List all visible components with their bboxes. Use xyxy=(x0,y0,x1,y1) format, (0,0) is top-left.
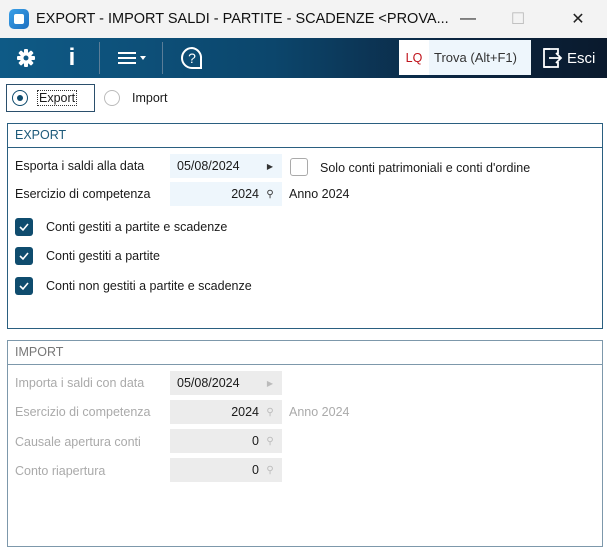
export-panel: EXPORT Esporta i saldi alla data 05/08/2… xyxy=(7,123,603,329)
help-icon[interactable]: ? xyxy=(178,38,206,78)
svg-text:?: ? xyxy=(188,50,196,66)
radio-export-indicator[interactable] xyxy=(12,90,28,106)
toolbar-divider xyxy=(162,42,163,74)
check-partite-label: Conti gestiti a partite xyxy=(46,249,160,263)
check-partite-scadenze-label: Conti gestiti a partite e scadenze xyxy=(46,220,228,234)
mode-radio-group: Export Import xyxy=(6,84,167,112)
radio-export-label: Export xyxy=(37,90,78,106)
menu-dropdown-icon[interactable] xyxy=(112,38,152,78)
import-date-value: 05/08/2024 xyxy=(177,376,240,390)
check-icon xyxy=(19,252,29,261)
import-date-field[interactable]: 05/08/2024 ▶ xyxy=(170,371,282,395)
import-date-label: Importa i saldi con data xyxy=(15,376,145,390)
caret-right-icon[interactable]: ▶ xyxy=(265,162,275,171)
check-icon xyxy=(19,282,29,291)
window-title: EXPORT - IMPORT SALDI - PARTITE - SCADEN… xyxy=(36,11,449,27)
import-year-field[interactable]: 2024 ⚲ xyxy=(170,400,282,424)
search-icon[interactable]: ⚲ xyxy=(265,407,275,418)
title-bar: EXPORT - IMPORT SALDI - PARTITE - SCADEN… xyxy=(0,0,607,38)
minimize-button[interactable]: — xyxy=(445,0,491,38)
check-non-gestiti-label: Conti non gestiti a partite e scadenze xyxy=(46,279,252,293)
export-year-label: Esercizio di competenza xyxy=(15,187,151,201)
check-non-gestiti[interactable] xyxy=(15,277,33,295)
import-year-value: 2024 xyxy=(231,405,259,419)
export-year-value: 2024 xyxy=(231,187,259,201)
export-date-field[interactable]: 05/08/2024 ▶ xyxy=(170,154,282,178)
import-panel: IMPORT Importa i saldi con data 05/08/20… xyxy=(7,340,603,547)
caret-right-icon[interactable]: ▶ xyxy=(265,379,275,388)
maximize-button[interactable]: ☐ xyxy=(495,0,541,38)
search-input[interactable]: Trova (Alt+F1) xyxy=(429,40,531,75)
causale-label: Causale apertura conti xyxy=(15,435,141,449)
conto-value: 0 xyxy=(252,463,259,477)
export-year-desc: Anno 2024 xyxy=(289,187,350,201)
radio-export[interactable]: Export xyxy=(6,84,95,112)
causale-field[interactable]: 0 ⚲ xyxy=(170,429,282,453)
import-year-desc: Anno 2024 xyxy=(289,405,350,419)
export-date-label: Esporta i saldi alla data xyxy=(15,159,145,173)
exit-button[interactable]: Esci xyxy=(541,38,595,78)
conto-label: Conto riapertura xyxy=(15,464,106,478)
export-date-value: 05/08/2024 xyxy=(177,159,240,173)
close-button[interactable]: ✕ xyxy=(555,0,601,38)
import-year-label: Esercizio di competenza xyxy=(15,405,151,419)
check-partite[interactable] xyxy=(15,247,33,265)
radio-import[interactable]: Import xyxy=(104,90,167,106)
settings-gear-icon[interactable] xyxy=(10,38,42,78)
radio-import-indicator[interactable] xyxy=(104,90,120,106)
export-panel-title: EXPORT xyxy=(8,124,602,148)
exit-label: Esci xyxy=(567,49,596,67)
only-patrimonial-checkbox[interactable] xyxy=(290,158,308,176)
search-icon[interactable]: ⚲ xyxy=(265,189,275,200)
info-icon[interactable]: i xyxy=(58,38,86,78)
search-icon[interactable]: ⚲ xyxy=(265,436,275,447)
only-patrimonial-label: Solo conti patrimoniali e conti d'ordine xyxy=(320,161,531,175)
check-icon xyxy=(19,223,29,232)
conto-field[interactable]: 0 ⚲ xyxy=(170,458,282,482)
export-year-field[interactable]: 2024 ⚲ xyxy=(170,182,282,206)
app-icon xyxy=(9,9,29,29)
causale-value: 0 xyxy=(252,434,259,448)
exit-icon xyxy=(543,48,563,68)
check-partite-scadenze[interactable] xyxy=(15,218,33,236)
radio-import-label: Import xyxy=(132,91,168,105)
lq-badge[interactable]: LQ xyxy=(399,40,429,75)
search-icon[interactable]: ⚲ xyxy=(265,465,275,476)
import-panel-title: IMPORT xyxy=(8,341,602,365)
toolbar-divider xyxy=(99,42,100,74)
